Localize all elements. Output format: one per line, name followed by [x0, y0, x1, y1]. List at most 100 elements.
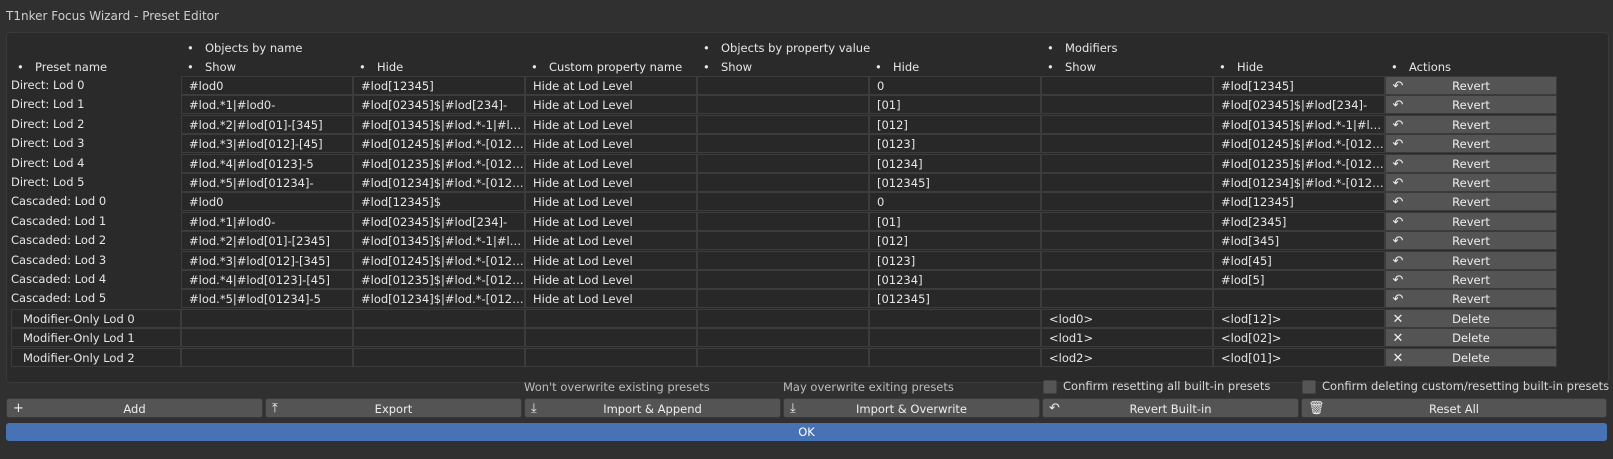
checkbox-box[interactable]: [1302, 379, 1316, 394]
property-show-field[interactable]: [697, 328, 869, 348]
property-hide-field[interactable]: [01]: [869, 211, 1041, 231]
property-show-field[interactable]: [697, 308, 869, 328]
modifier-show-field[interactable]: <lod2>: [1041, 347, 1213, 367]
object-hide-field[interactable]: #lod[12345]: [353, 76, 525, 95]
modifier-show-field[interactable]: <lod0>: [1041, 308, 1213, 328]
revert-button[interactable]: ↶ Revert: [1385, 211, 1557, 231]
modifier-hide-field[interactable]: #lod[12345]: [1213, 192, 1385, 212]
object-show-field[interactable]: #lod.*3|#lod[012]-[345]: [181, 250, 353, 270]
property-show-field[interactable]: [697, 114, 869, 134]
object-hide-field[interactable]: #lod[01235]$|#lod.*-[0123]|...: [353, 270, 525, 289]
property-hide-field[interactable]: [869, 328, 1041, 348]
modifier-show-field[interactable]: [1041, 114, 1213, 134]
modifier-hide-field[interactable]: #lod[45]: [1213, 250, 1385, 270]
object-show-field[interactable]: #lod.*3|#lod[012]-[45]: [181, 134, 353, 154]
modifier-show-field[interactable]: [1041, 76, 1213, 95]
add-button[interactable]: + Add: [6, 398, 263, 418]
modifier-show-field[interactable]: [1041, 211, 1213, 231]
revert-button[interactable]: ↶ Revert: [1385, 114, 1557, 134]
object-hide-field[interactable]: #lod[01345]$|#lod.*-1|#lod[...: [353, 114, 525, 134]
modifier-hide-field[interactable]: #lod[12345]: [1213, 76, 1385, 95]
revert-button[interactable]: ↶ Revert: [1385, 231, 1557, 251]
modifier-hide-field[interactable]: <lod[12]>: [1213, 308, 1385, 328]
custom-property-field[interactable]: Hide at Lod Level: [525, 289, 697, 309]
object-show-field[interactable]: #lod.*5|#lod[01234]-: [181, 173, 353, 192]
custom-property-field[interactable]: [525, 347, 697, 367]
property-show-field[interactable]: [697, 289, 869, 309]
custom-property-field[interactable]: Hide at Lod Level: [525, 211, 697, 231]
modifier-show-field[interactable]: [1041, 270, 1213, 289]
modifier-hide-field[interactable]: #lod[2345]: [1213, 211, 1385, 231]
modifier-show-field[interactable]: [1041, 231, 1213, 251]
object-hide-field[interactable]: #lod[01234]$|#lod.*-[01234]: [353, 173, 525, 192]
preset-name-field[interactable]: Modifier-Only Lod 2: [11, 347, 181, 367]
object-hide-field[interactable]: #lod[01245]$|#lod.*-[012]|#...: [353, 134, 525, 154]
property-hide-field[interactable]: [0123]: [869, 134, 1041, 154]
property-hide-field[interactable]: [869, 347, 1041, 367]
modifier-show-field[interactable]: [1041, 192, 1213, 212]
modifier-hide-field[interactable]: #lod[01235]$|#lod.*-[0123]|...: [1213, 153, 1385, 173]
delete-button[interactable]: ✕ Delete: [1385, 308, 1557, 328]
object-show-field[interactable]: #lod.*1|#lod0-: [181, 211, 353, 231]
custom-property-field[interactable]: Hide at Lod Level: [525, 114, 697, 134]
property-hide-field[interactable]: [01234]: [869, 270, 1041, 289]
object-hide-field[interactable]: #lod[02345]$|#lod[234]-: [353, 211, 525, 231]
modifier-show-field[interactable]: [1041, 289, 1213, 309]
modifier-hide-field[interactable]: <lod[02]>: [1213, 328, 1385, 348]
modifier-hide-field[interactable]: #lod[01234]$|#lod.*-[01234]: [1213, 173, 1385, 192]
revert-button[interactable]: ↶ Revert: [1385, 76, 1557, 95]
custom-property-field[interactable]: Hide at Lod Level: [525, 153, 697, 173]
object-show-field[interactable]: #lod0: [181, 76, 353, 95]
modifier-hide-field[interactable]: #lod[5]: [1213, 270, 1385, 289]
property-hide-field[interactable]: 0: [869, 192, 1041, 212]
property-show-field[interactable]: [697, 250, 869, 270]
custom-property-field[interactable]: Hide at Lod Level: [525, 173, 697, 192]
modifier-hide-field[interactable]: [1213, 289, 1385, 309]
property-hide-field[interactable]: [012]: [869, 114, 1041, 134]
property-hide-field[interactable]: 0: [869, 76, 1041, 95]
custom-property-field[interactable]: [525, 308, 697, 328]
object-hide-field[interactable]: [353, 347, 525, 367]
object-hide-field[interactable]: #lod[01234]$|#lod.*-[01234]: [353, 289, 525, 309]
custom-property-field[interactable]: Hide at Lod Level: [525, 231, 697, 251]
confirm-reset-checkbox[interactable]: Confirm resetting all built-in presets: [1043, 379, 1270, 394]
property-hide-field[interactable]: [0123]: [869, 250, 1041, 270]
object-hide-field[interactable]: [353, 328, 525, 348]
object-hide-field[interactable]: #lod[01245]$|#lod.*-[012]|#...: [353, 250, 525, 270]
property-show-field[interactable]: [697, 95, 869, 115]
delete-button[interactable]: ✕ Delete: [1385, 347, 1557, 367]
property-show-field[interactable]: [697, 76, 869, 95]
object-hide-field[interactable]: #lod[01345]$|#lod.*-1|#lod[...: [353, 231, 525, 251]
modifier-hide-field[interactable]: #lod[02345]$|#lod[234]-: [1213, 95, 1385, 115]
preset-name-field[interactable]: Modifier-Only Lod 1: [11, 328, 181, 348]
object-hide-field[interactable]: #lod[12345]$: [353, 192, 525, 212]
property-hide-field[interactable]: [01234]: [869, 153, 1041, 173]
custom-property-field[interactable]: Hide at Lod Level: [525, 134, 697, 154]
object-show-field[interactable]: [181, 328, 353, 348]
property-show-field[interactable]: [697, 153, 869, 173]
object-show-field[interactable]: #lod.*5|#lod[01234]-5: [181, 289, 353, 309]
revert-button[interactable]: ↶ Revert: [1385, 270, 1557, 289]
modifier-hide-field[interactable]: #lod[345]: [1213, 231, 1385, 251]
ok-button[interactable]: OK: [6, 423, 1607, 441]
custom-property-field[interactable]: Hide at Lod Level: [525, 95, 697, 115]
modifier-hide-field[interactable]: #lod[01345]$|#lod.*-1|#lod[...: [1213, 114, 1385, 134]
modifier-show-field[interactable]: [1041, 153, 1213, 173]
object-show-field[interactable]: #lod.*2|#lod[01]-[345]: [181, 114, 353, 134]
object-show-field[interactable]: #lod0: [181, 192, 353, 212]
modifier-show-field[interactable]: [1041, 134, 1213, 154]
property-show-field[interactable]: [697, 173, 869, 192]
property-show-field[interactable]: [697, 211, 869, 231]
property-hide-field[interactable]: [012]: [869, 231, 1041, 251]
confirm-delete-checkbox[interactable]: Confirm deleting custom/resetting built-…: [1302, 379, 1609, 394]
object-show-field[interactable]: [181, 347, 353, 367]
export-button[interactable]: ⤒ Export: [265, 398, 522, 418]
property-hide-field[interactable]: [869, 308, 1041, 328]
revert-button[interactable]: ↶ Revert: [1385, 95, 1557, 115]
revert-button[interactable]: ↶ Revert: [1385, 192, 1557, 212]
revert-button[interactable]: ↶ Revert: [1385, 250, 1557, 270]
modifier-show-field[interactable]: [1041, 173, 1213, 192]
modifier-show-field[interactable]: [1041, 95, 1213, 115]
revert-button[interactable]: ↶ Revert: [1385, 289, 1557, 309]
reset-all-button[interactable]: 🗑 Reset All: [1301, 398, 1607, 418]
